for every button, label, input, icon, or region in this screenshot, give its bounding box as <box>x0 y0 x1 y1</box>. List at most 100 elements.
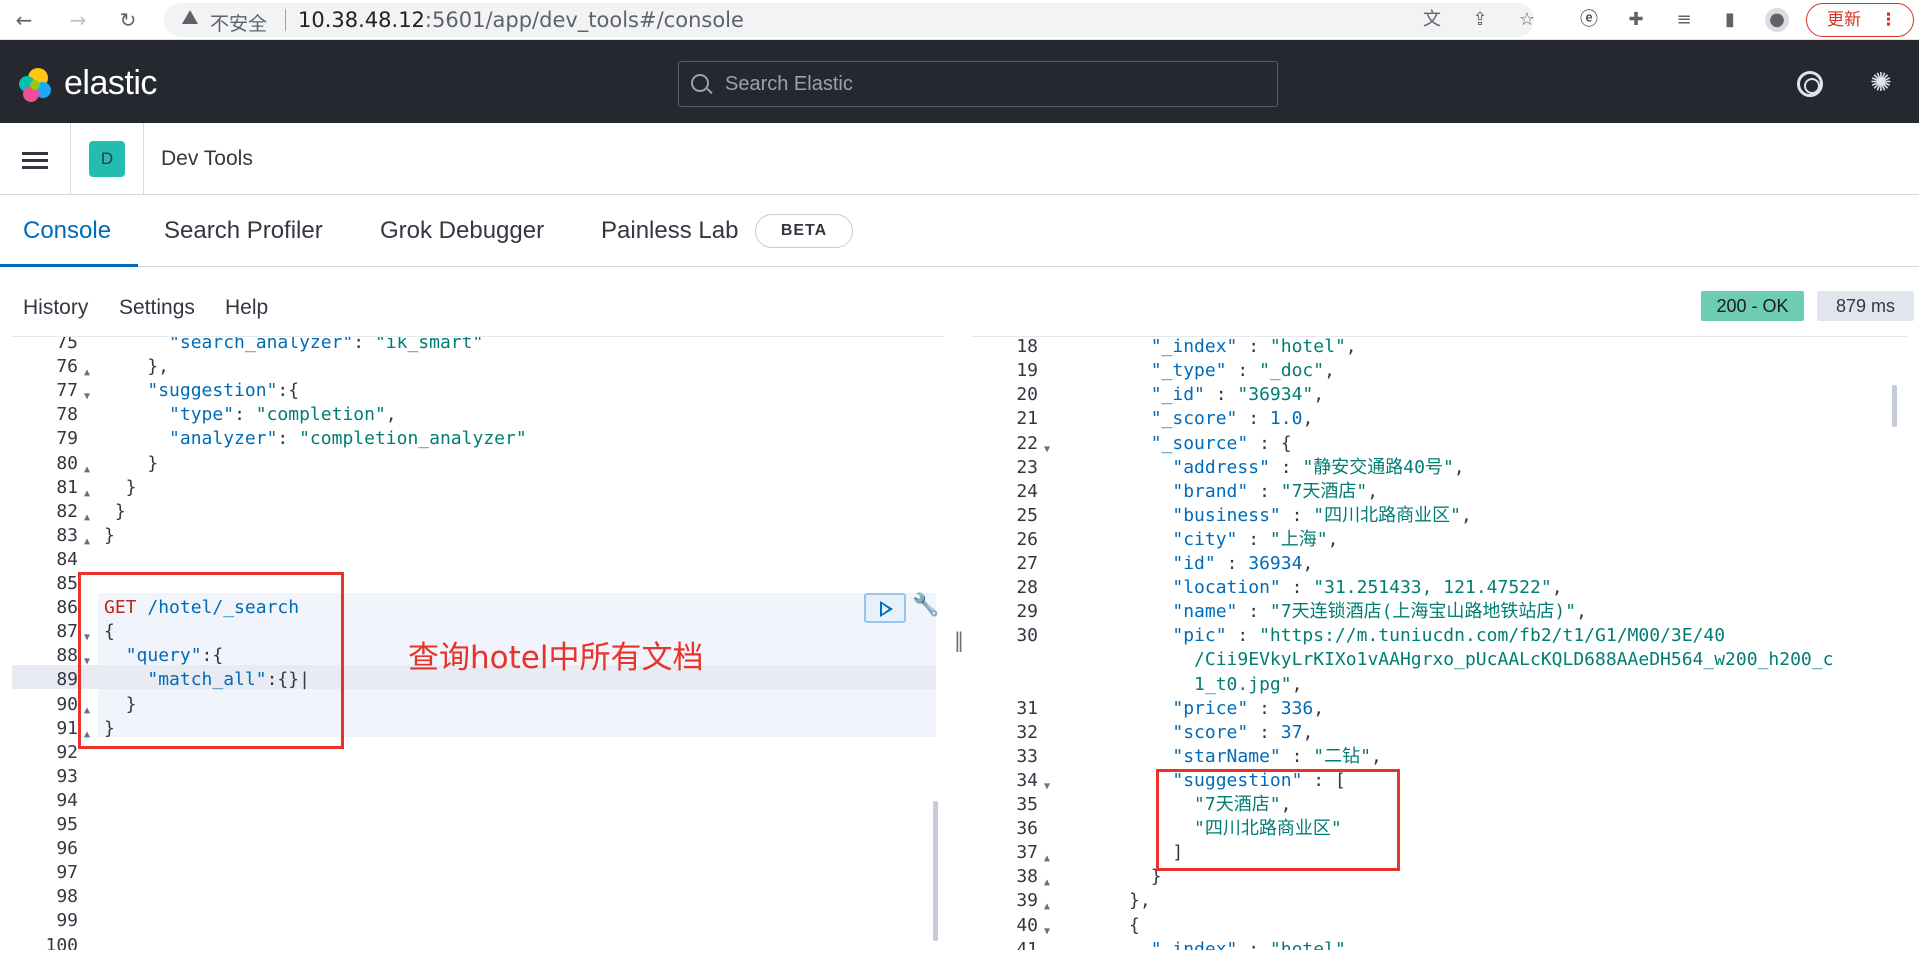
extensions-puzzle-icon[interactable]: ✚ <box>1624 8 1648 32</box>
code-line[interactable]: "pic" : "https://m.tuniucdn.com/fb2/t1/G… <box>1064 624 1725 648</box>
line-number: 25 <box>1016 504 1038 526</box>
line-number: 31 <box>1016 697 1038 719</box>
search-input[interactable] <box>725 62 1265 106</box>
global-search[interactable] <box>678 61 1278 107</box>
fold-toggle-icon[interactable]: ▼ <box>1044 438 1050 462</box>
code-line[interactable]: } <box>104 524 115 548</box>
code-line[interactable]: { <box>1064 914 1140 938</box>
code-line[interactable]: "_index" : "hotel", <box>1064 337 1357 359</box>
media-queue-icon[interactable]: ≡ <box>1672 8 1696 32</box>
tab-painless-lab[interactable]: Painless Lab <box>601 217 738 245</box>
fold-toggle-icon[interactable]: ▲ <box>84 458 90 482</box>
code-line[interactable]: "name" : "7天连锁酒店(上海宝山路地铁站店)", <box>1064 600 1587 624</box>
code-line[interactable]: "location" : "31.251433, 121.47522", <box>1064 576 1562 600</box>
code-line[interactable]: } <box>104 476 137 500</box>
back-icon[interactable]: ← <box>10 6 38 34</box>
code-line[interactable]: } <box>1064 865 1162 889</box>
code-line[interactable]: "city" : "上海", <box>1064 528 1338 552</box>
code-line[interactable]: 1_t0.jpg", <box>1064 673 1302 697</box>
response-output[interactable]: {18 "_index" : "hotel", 19 "_type" : "_do… <box>972 336 1907 950</box>
share-icon[interactable]: ⇪ <box>1468 8 1492 32</box>
tab-console[interactable]: Console <box>23 217 111 245</box>
tab-search-profiler[interactable]: Search Profiler <box>164 217 323 245</box>
security-label[interactable]: 不安全 <box>210 9 267 36</box>
fold-toggle-icon[interactable]: ▲ <box>1044 847 1050 871</box>
side-panel-icon[interactable]: ▮ <box>1718 8 1742 32</box>
code-line[interactable]: "_index" : "hotel" <box>1064 938 1346 950</box>
pane-resizer-icon[interactable]: ‖ <box>954 628 964 652</box>
fold-toggle-icon[interactable]: ▼ <box>1044 775 1050 799</box>
code-line[interactable]: "analyzer": "completion_analyzer" <box>104 427 527 451</box>
elastic-logo-icon[interactable] <box>16 66 54 104</box>
code-line[interactable]: }, <box>104 355 169 379</box>
line-number: 98 <box>56 886 78 908</box>
output-scrollbar[interactable] <box>1892 385 1897 427</box>
line-number: 35 <box>1016 794 1038 815</box>
url-text[interactable]: 10.38.48.12:5601/app/dev_tools#/console <box>298 8 744 32</box>
app-subheader <box>0 123 1919 195</box>
line-number: 32 <box>1016 721 1038 743</box>
code-line[interactable]: "price" : 336, <box>1064 697 1324 721</box>
reload-icon[interactable]: ↻ <box>114 6 142 34</box>
bookmark-star-icon[interactable]: ☆ <box>1515 8 1539 32</box>
profile-avatar-icon[interactable]: ● <box>1765 8 1789 32</box>
menu-toggle-icon[interactable] <box>22 152 48 170</box>
line-number: 86 <box>56 597 78 619</box>
code-line[interactable]: /Cii9EVkyLrKIXo1vAAHgrxo_pUcAALcKQLD688A… <box>1064 648 1833 672</box>
code-line[interactable]: "brand" : "7天酒店", <box>1064 480 1378 504</box>
line-number: 88 <box>56 645 78 667</box>
wrench-icon[interactable]: 🔧 <box>912 593 939 618</box>
line-number: 37 <box>1016 842 1038 864</box>
line-number: 20 <box>1016 384 1038 406</box>
space-avatar[interactable]: D <box>89 141 125 177</box>
code-line[interactable]: "_source" : { <box>1064 432 1292 456</box>
update-label: 更新 <box>1827 10 1861 30</box>
code-line[interactable]: "type": "completion", <box>104 403 397 427</box>
code-line[interactable]: "_score" : 1.0, <box>1064 407 1314 431</box>
code-line[interactable]: "score" : 37, <box>1064 721 1313 745</box>
line-number: 41 <box>1016 938 1038 950</box>
fold-toggle-icon[interactable]: ▼ <box>1044 920 1050 944</box>
help-link[interactable]: Help <box>225 296 268 320</box>
code-line[interactable]: "address" : "静安交通路40号", <box>1064 456 1464 480</box>
url-host: 10.38.48.12 <box>298 8 425 32</box>
line-number: 83 <box>56 524 78 546</box>
code-line[interactable]: "_id" : "36934", <box>1064 383 1324 407</box>
forward-icon[interactable]: → <box>64 6 92 34</box>
extension-e-icon[interactable]: ⓔ <box>1577 8 1601 32</box>
line-number: 30 <box>1016 625 1038 647</box>
fold-toggle-icon[interactable]: ▲ <box>84 361 90 385</box>
code-line[interactable]: "suggestion":{ <box>104 379 299 403</box>
brand-name[interactable]: elastic <box>64 64 157 103</box>
line-number: 22 <box>1016 432 1038 454</box>
newsfeed-icon[interactable]: ✺ <box>1870 68 1892 98</box>
history-link[interactable]: History <box>23 296 88 320</box>
fold-toggle-icon[interactable]: ▲ <box>84 506 90 530</box>
code-line[interactable]: "starName" : "二钻", <box>1064 745 1381 769</box>
line-number: 36 <box>1016 818 1038 840</box>
code-line[interactable]: "_type" : "_doc", <box>1064 359 1335 383</box>
code-line[interactable]: } <box>104 500 126 524</box>
fold-toggle-icon[interactable]: ▲ <box>1044 895 1050 919</box>
code-line[interactable]: "id" : 36934, <box>1064 552 1313 576</box>
code-line[interactable]: }, <box>1064 889 1151 913</box>
update-button[interactable]: 更新 ⋮ <box>1806 3 1914 37</box>
editor-scrollbar[interactable] <box>933 801 938 941</box>
tab-grok-debugger[interactable]: Grok Debugger <box>380 217 544 245</box>
beta-badge: BETA <box>755 214 853 248</box>
send-request-button[interactable] <box>864 593 906 623</box>
line-number: 100 <box>45 934 78 951</box>
settings-link[interactable]: Settings <box>119 296 195 320</box>
warning-icon[interactable] <box>182 10 198 24</box>
line-number: 92 <box>56 741 78 763</box>
fold-toggle-icon[interactable]: ▲ <box>1044 871 1050 895</box>
code-line[interactable]: "search_analyzer": "ik_smart" <box>104 337 483 355</box>
code-line[interactable]: } <box>104 452 158 476</box>
code-line[interactable]: "business" : "四川北路商业区", <box>1064 504 1471 528</box>
fold-toggle-icon[interactable]: ▲ <box>84 530 90 554</box>
fold-toggle-icon[interactable]: ▼ <box>84 385 90 409</box>
line-number: 84 <box>56 548 78 570</box>
fold-toggle-icon[interactable]: ▲ <box>84 482 90 506</box>
help-icon[interactable] <box>1797 71 1823 97</box>
translate-icon[interactable]: 文 <box>1420 8 1444 32</box>
